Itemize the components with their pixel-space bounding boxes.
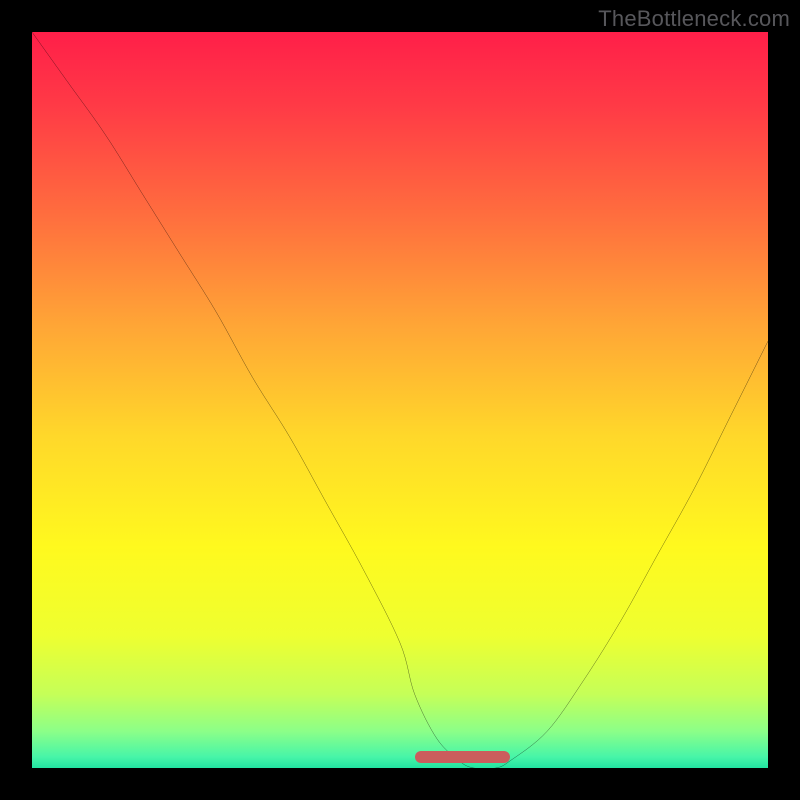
bottleneck-curve [32,32,768,768]
optimal-range-marker [415,751,511,763]
plot-area [32,32,768,768]
watermark-text: TheBottleneck.com [598,6,790,32]
chart-frame: TheBottleneck.com [0,0,800,800]
